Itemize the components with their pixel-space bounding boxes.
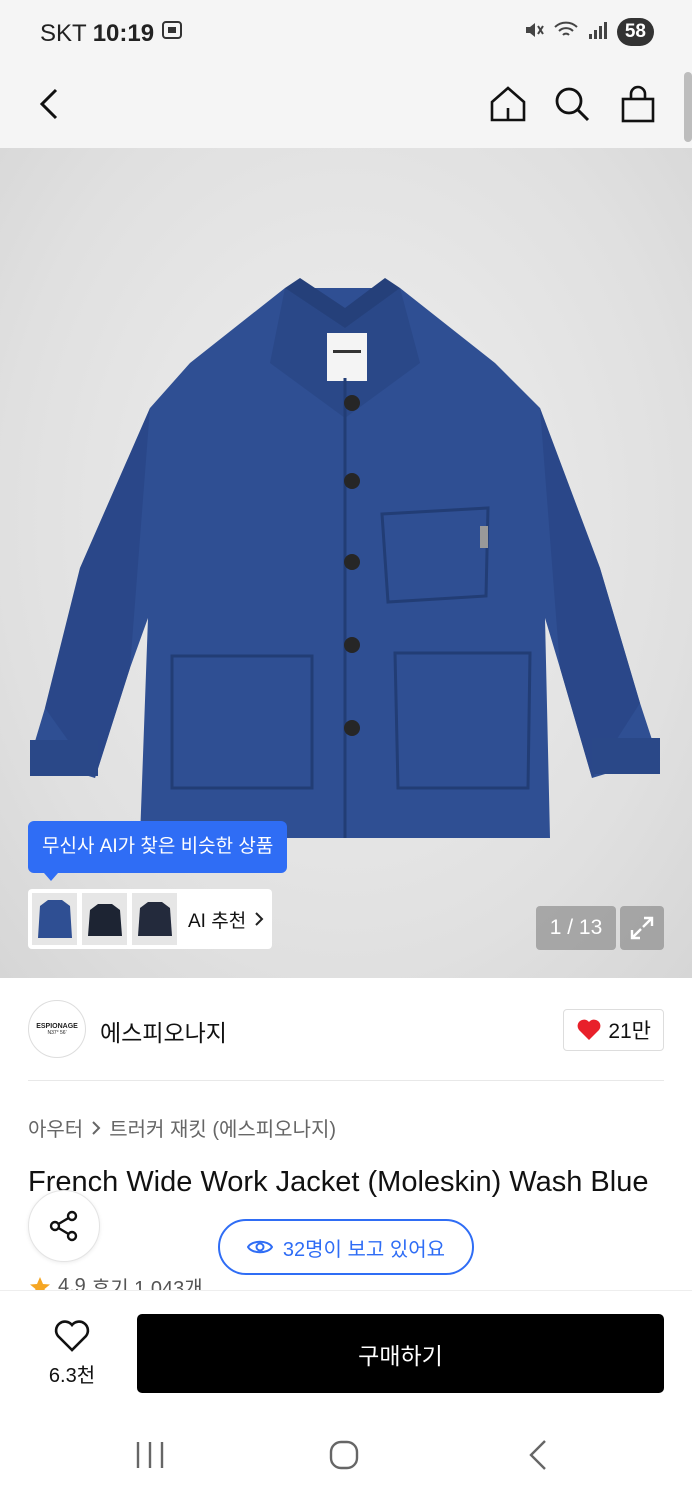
wishlist-button[interactable]: 6.3천: [30, 1319, 114, 1388]
home-button[interactable]: [484, 80, 532, 128]
breadcrumb-category[interactable]: 아우터: [28, 1113, 83, 1142]
back-system-button[interactable]: [513, 1430, 563, 1480]
wifi-icon: [553, 19, 579, 46]
search-button[interactable]: [548, 80, 596, 128]
mute-icon: [523, 19, 545, 46]
brand-logo-sub: N37° 56': [47, 1029, 67, 1036]
heart-outline-icon: [54, 1320, 90, 1352]
share-icon: [49, 1210, 78, 1242]
bottom-action-bar: 6.3천 구매하기: [0, 1290, 692, 1408]
carrier: SKT: [40, 19, 87, 47]
viewers-indicator: 32명이 보고 있어요: [218, 1219, 474, 1275]
home-system-button[interactable]: [319, 1430, 369, 1480]
buy-button[interactable]: 구매하기: [137, 1314, 664, 1393]
brand-row: ESPIONAGE N37° 56' 에스피오나지 21만: [28, 1000, 664, 1060]
heart-icon: [577, 1019, 601, 1040]
recent-apps-icon: [136, 1442, 164, 1468]
back-icon: [39, 88, 58, 120]
ai-recommend-label: AI 추천: [188, 910, 247, 932]
home-icon: [490, 86, 526, 122]
product-image-carousel[interactable]: 무신사 AI가 찾은 비슷한 상품 AI 추천 1 / 13: [0, 148, 692, 978]
scrollbar[interactable]: [684, 72, 692, 142]
chevron-right-icon: [92, 1120, 101, 1135]
cart-icon: [621, 85, 655, 123]
brand-like-count: 21만: [608, 1020, 651, 1043]
recommend-thumb-1[interactable]: [32, 893, 77, 945]
status-right: 58: [523, 18, 654, 46]
brand-name[interactable]: 에스피오나지: [100, 1014, 227, 1048]
search-icon: [555, 87, 590, 122]
back-system-icon: [529, 1440, 546, 1470]
status-bar: SKT 10:19 58: [0, 0, 692, 66]
top-nav: [0, 66, 692, 148]
recommend-thumb-3[interactable]: [132, 893, 177, 945]
breadcrumb-subcategory[interactable]: 트러커 재킷 (에스피오나지): [109, 1113, 336, 1142]
cart-button[interactable]: [614, 80, 662, 128]
ai-recommend-strip[interactable]: AI 추천: [28, 889, 272, 949]
home-circle-icon: [329, 1440, 359, 1470]
share-button[interactable]: [28, 1190, 100, 1262]
expand-icon: [630, 916, 654, 940]
ai-similar-tooltip[interactable]: 무신사 AI가 찾은 비슷한 상품: [28, 821, 288, 881]
divider: [28, 1080, 664, 1081]
expand-image-button[interactable]: [620, 906, 664, 950]
viewers-text: 32명이 보고 있어요: [282, 1238, 446, 1261]
system-nav-bar: [0, 1408, 692, 1500]
back-button[interactable]: [26, 80, 74, 128]
signal-icon: [587, 19, 609, 46]
eye-icon: [246, 1240, 273, 1254]
brand-logo-text: ESPIONAGE: [36, 1022, 78, 1030]
brand-like-button[interactable]: 21만: [563, 1009, 664, 1051]
breadcrumb: 아우터 트러커 재킷 (에스피오나지): [28, 1113, 336, 1142]
product-title: French Wide Work Jacket (Moleskin) Wash …: [28, 1166, 649, 1198]
wishlist-count: 6.3천: [48, 1365, 96, 1387]
chevron-right-icon: [255, 912, 264, 926]
status-left: SKT 10:19: [40, 18, 184, 49]
recommend-thumb-2[interactable]: [82, 893, 127, 945]
clock: 10:19: [92, 19, 155, 47]
image-pager: 1 / 13: [536, 906, 616, 950]
battery-indicator: 58: [616, 18, 654, 46]
screenshot-icon: [160, 18, 184, 49]
recent-apps-button[interactable]: [125, 1430, 175, 1480]
brand-logo[interactable]: ESPIONAGE N37° 56': [28, 1000, 86, 1058]
ai-recommend-link[interactable]: AI 추천: [188, 906, 264, 933]
